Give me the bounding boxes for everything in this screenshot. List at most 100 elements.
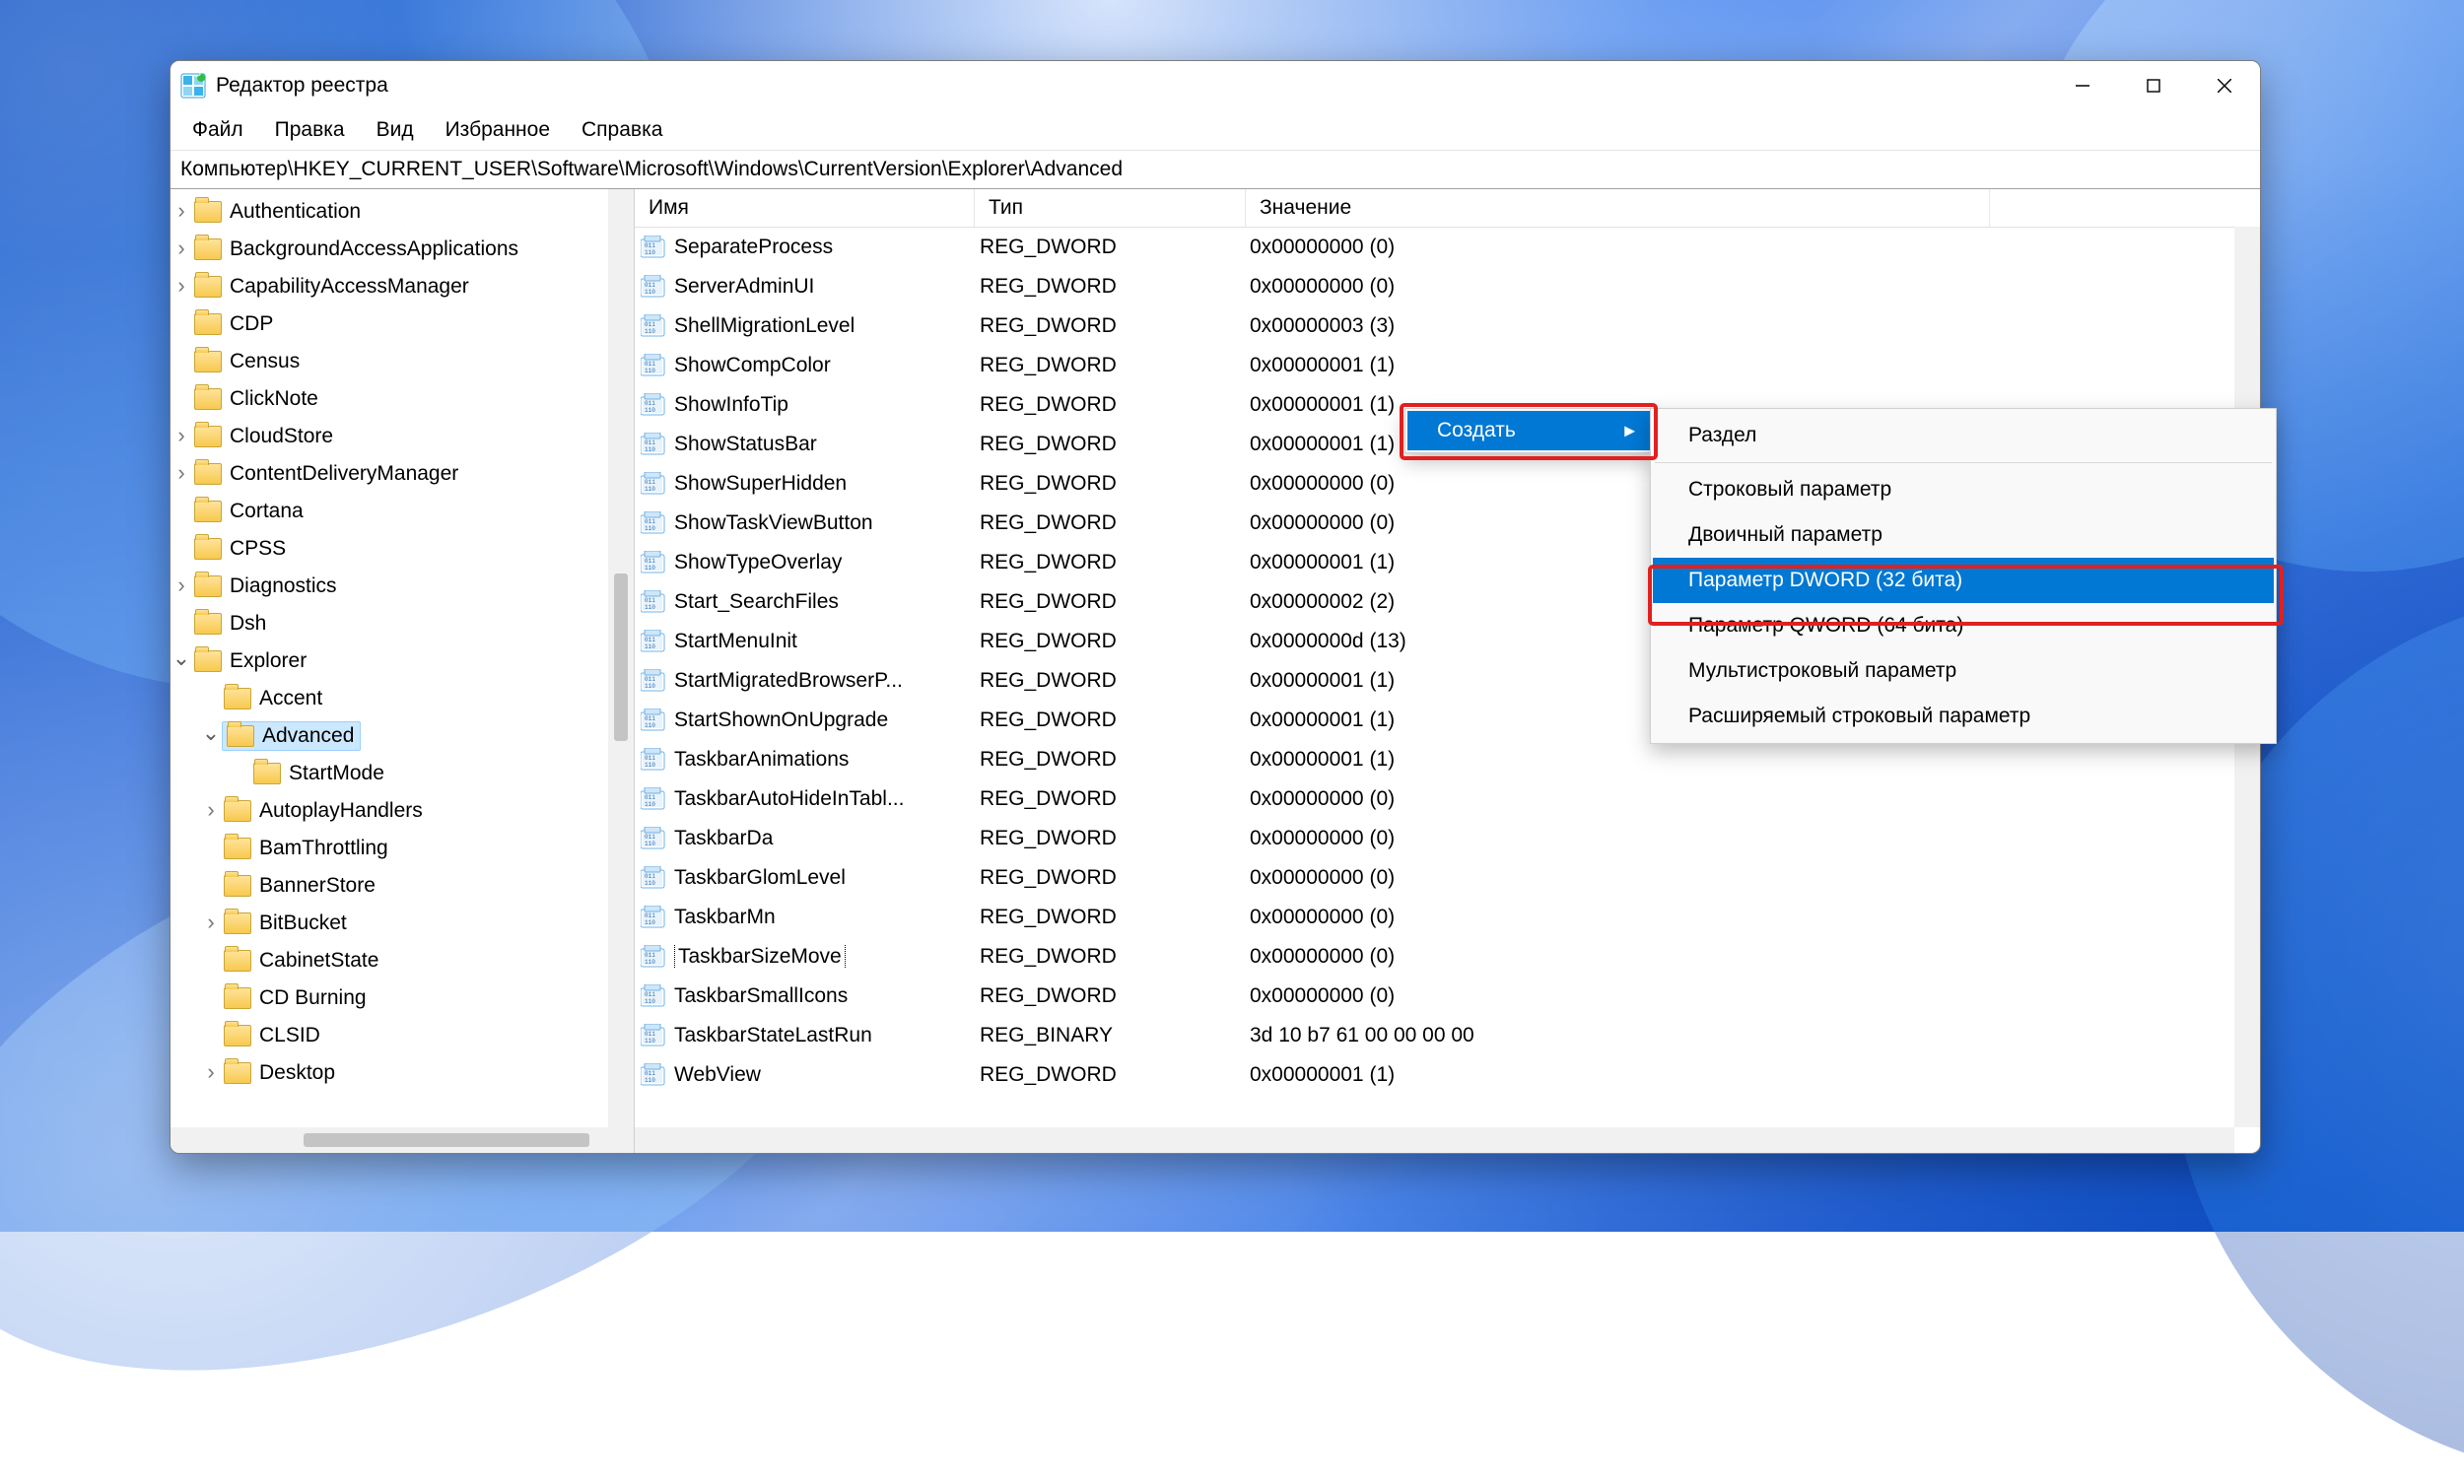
tree-item[interactable]: CabinetState bbox=[171, 942, 634, 979]
value-type: REG_DWORD bbox=[966, 314, 1236, 338]
minimize-button[interactable] bbox=[2047, 62, 2118, 109]
scroll-thumb[interactable] bbox=[304, 1133, 589, 1147]
list-row[interactable]: 011110TaskbarStateLastRunREG_BINARY3d 10… bbox=[635, 1016, 2260, 1055]
list-row[interactable]: 011110TaskbarDaREG_DWORD0x00000000 (0) bbox=[635, 819, 2260, 858]
tree-item[interactable]: BackgroundAccessApplications bbox=[171, 231, 634, 268]
tree-vertical-scrollbar[interactable] bbox=[608, 189, 634, 1127]
reg-value-icon: 011110 bbox=[641, 433, 668, 456]
tree-label: BannerStore bbox=[259, 874, 376, 898]
tree-item[interactable]: CPSS bbox=[171, 530, 634, 568]
list-row[interactable]: 011110ShowCompColorREG_DWORD0x00000001 (… bbox=[635, 346, 2260, 385]
tree-item[interactable]: CD Burning bbox=[171, 979, 634, 1017]
menu-favs[interactable]: Избранное bbox=[430, 114, 566, 146]
value-data: 0x00000000 (0) bbox=[1236, 984, 2260, 1008]
menu-view[interactable]: Вид bbox=[361, 114, 430, 146]
list-row[interactable]: 011110SeparateProcessREG_DWORD0x00000000… bbox=[635, 228, 2260, 267]
list-row[interactable]: 011110ServerAdminUIREG_DWORD0x00000000 (… bbox=[635, 267, 2260, 306]
ctx-item[interactable]: Параметр DWORD (32 бита) bbox=[1653, 558, 2274, 603]
ctx-item[interactable]: Строковый параметр bbox=[1653, 467, 2274, 512]
list-row[interactable]: 011110TaskbarSizeMoveREG_DWORD0x00000000… bbox=[635, 937, 2260, 977]
folder-icon bbox=[194, 276, 222, 298]
value-data: 3d 10 b7 61 00 00 00 00 bbox=[1236, 1024, 2260, 1047]
svg-text:011: 011 bbox=[645, 439, 655, 446]
tree-item[interactable]: CloudStore bbox=[171, 418, 634, 455]
svg-text:110: 110 bbox=[645, 604, 655, 611]
ctx-item-label: Двоичный параметр bbox=[1688, 523, 1882, 547]
tree-item[interactable]: Dsh bbox=[171, 605, 634, 642]
tree-item[interactable]: ContentDeliveryManager bbox=[171, 455, 634, 493]
tree-expander-icon[interactable] bbox=[200, 1064, 222, 1083]
tree-item[interactable]: Authentication bbox=[171, 193, 634, 231]
close-button[interactable] bbox=[2189, 62, 2260, 109]
ctx-item[interactable]: Мультистроковый параметр bbox=[1653, 648, 2274, 694]
list-row[interactable]: 011110TaskbarAnimationsREG_DWORD0x000000… bbox=[635, 740, 2260, 779]
tree-item[interactable]: CLSID bbox=[171, 1017, 634, 1054]
tree-item[interactable]: BamThrottling bbox=[171, 830, 634, 867]
tree-item[interactable]: Accent bbox=[171, 680, 634, 717]
col-name[interactable]: Имя bbox=[635, 189, 975, 227]
tree-item[interactable]: Census bbox=[171, 343, 634, 380]
list-header[interactable]: Имя Тип Значение bbox=[635, 189, 2260, 228]
tree-item[interactable]: StartMode bbox=[171, 755, 634, 792]
value-name: StartMigratedBrowserP... bbox=[668, 669, 966, 693]
tree-expander-icon[interactable] bbox=[200, 914, 222, 933]
tree-horizontal-scrollbar[interactable] bbox=[171, 1127, 634, 1153]
ctx-item[interactable]: Параметр QWORD (64 бита) bbox=[1653, 603, 2274, 648]
value-type: REG_DWORD bbox=[966, 906, 1236, 929]
ctx-item[interactable]: Двоичный параметр bbox=[1653, 512, 2274, 558]
tree-expander-icon[interactable] bbox=[171, 577, 192, 596]
ctx-item[interactable]: Раздел bbox=[1653, 413, 2274, 458]
tree-item[interactable]: ClickNote bbox=[171, 380, 634, 418]
value-type: REG_DWORD bbox=[966, 630, 1236, 653]
folder-icon bbox=[194, 650, 222, 672]
tree-item[interactable]: Desktop bbox=[171, 1054, 634, 1092]
tree-expander-icon[interactable] bbox=[171, 203, 192, 222]
value-type: REG_DWORD bbox=[966, 945, 1236, 969]
list-row[interactable]: 011110TaskbarGlomLevelREG_DWORD0x0000000… bbox=[635, 858, 2260, 898]
tree-expander-icon[interactable] bbox=[200, 802, 222, 821]
list-row[interactable]: 011110TaskbarMnREG_DWORD0x00000000 (0) bbox=[635, 898, 2260, 937]
list-row[interactable]: 011110ShellMigrationLevelREG_DWORD0x0000… bbox=[635, 306, 2260, 346]
ctx-item[interactable]: Расширяемый строковый параметр bbox=[1653, 694, 2274, 739]
tree-item[interactable]: Advanced bbox=[171, 717, 634, 755]
col-value[interactable]: Значение bbox=[1246, 189, 1990, 227]
tree-expander-icon[interactable] bbox=[171, 240, 192, 259]
tree-item[interactable]: AutoplayHandlers bbox=[171, 792, 634, 830]
menu-edit[interactable]: Правка bbox=[259, 114, 361, 146]
maximize-button[interactable] bbox=[2118, 62, 2189, 109]
tree-item[interactable]: Diagnostics bbox=[171, 568, 634, 605]
titlebar[interactable]: Редактор реестра bbox=[171, 61, 2260, 110]
folder-icon bbox=[224, 688, 251, 709]
menubar: Файл Правка Вид Избранное Справка bbox=[171, 110, 2260, 151]
tree-item[interactable]: CDP bbox=[171, 305, 634, 343]
address-bar[interactable]: Компьютер\HKEY_CURRENT_USER\Software\Mic… bbox=[171, 151, 2260, 189]
folder-icon bbox=[224, 1062, 251, 1084]
menu-file[interactable]: Файл bbox=[176, 114, 259, 146]
tree-item[interactable]: BannerStore bbox=[171, 867, 634, 905]
reg-value-icon: 011110 bbox=[641, 630, 668, 653]
menu-help[interactable]: Справка bbox=[566, 114, 678, 146]
ctx-item-create[interactable]: Создать▶ bbox=[1407, 411, 1651, 450]
tree-item[interactable]: CapabilityAccessManager bbox=[171, 268, 634, 305]
tree-expander-icon[interactable] bbox=[200, 727, 222, 746]
value-type: REG_DWORD bbox=[966, 1063, 1236, 1087]
tree-item[interactable]: BitBucket bbox=[171, 905, 634, 942]
scroll-thumb[interactable] bbox=[614, 573, 628, 741]
tree-expander-icon[interactable] bbox=[171, 465, 192, 484]
list-horizontal-scrollbar[interactable] bbox=[635, 1127, 2234, 1153]
value-type: REG_DWORD bbox=[966, 590, 1236, 614]
tree-expander-icon[interactable] bbox=[171, 652, 192, 671]
svg-text:011: 011 bbox=[645, 952, 655, 959]
col-type[interactable]: Тип bbox=[975, 189, 1246, 227]
list-row[interactable]: 011110WebViewREG_DWORD0x00000001 (1) bbox=[635, 1055, 2260, 1095]
folder-icon bbox=[227, 725, 254, 747]
tree-expander-icon[interactable] bbox=[171, 428, 192, 446]
tree-item[interactable]: Cortana bbox=[171, 493, 634, 530]
list-row[interactable]: 011110TaskbarAutoHideInTabl...REG_DWORD0… bbox=[635, 779, 2260, 819]
list-row[interactable]: 011110TaskbarSmallIconsREG_DWORD0x000000… bbox=[635, 977, 2260, 1016]
tree-expander-icon[interactable] bbox=[171, 278, 192, 297]
value-name: SeparateProcess bbox=[668, 236, 966, 259]
value-type: REG_DWORD bbox=[966, 275, 1236, 299]
value-data: 0x00000000 (0) bbox=[1236, 866, 2260, 890]
tree-item[interactable]: Explorer bbox=[171, 642, 634, 680]
